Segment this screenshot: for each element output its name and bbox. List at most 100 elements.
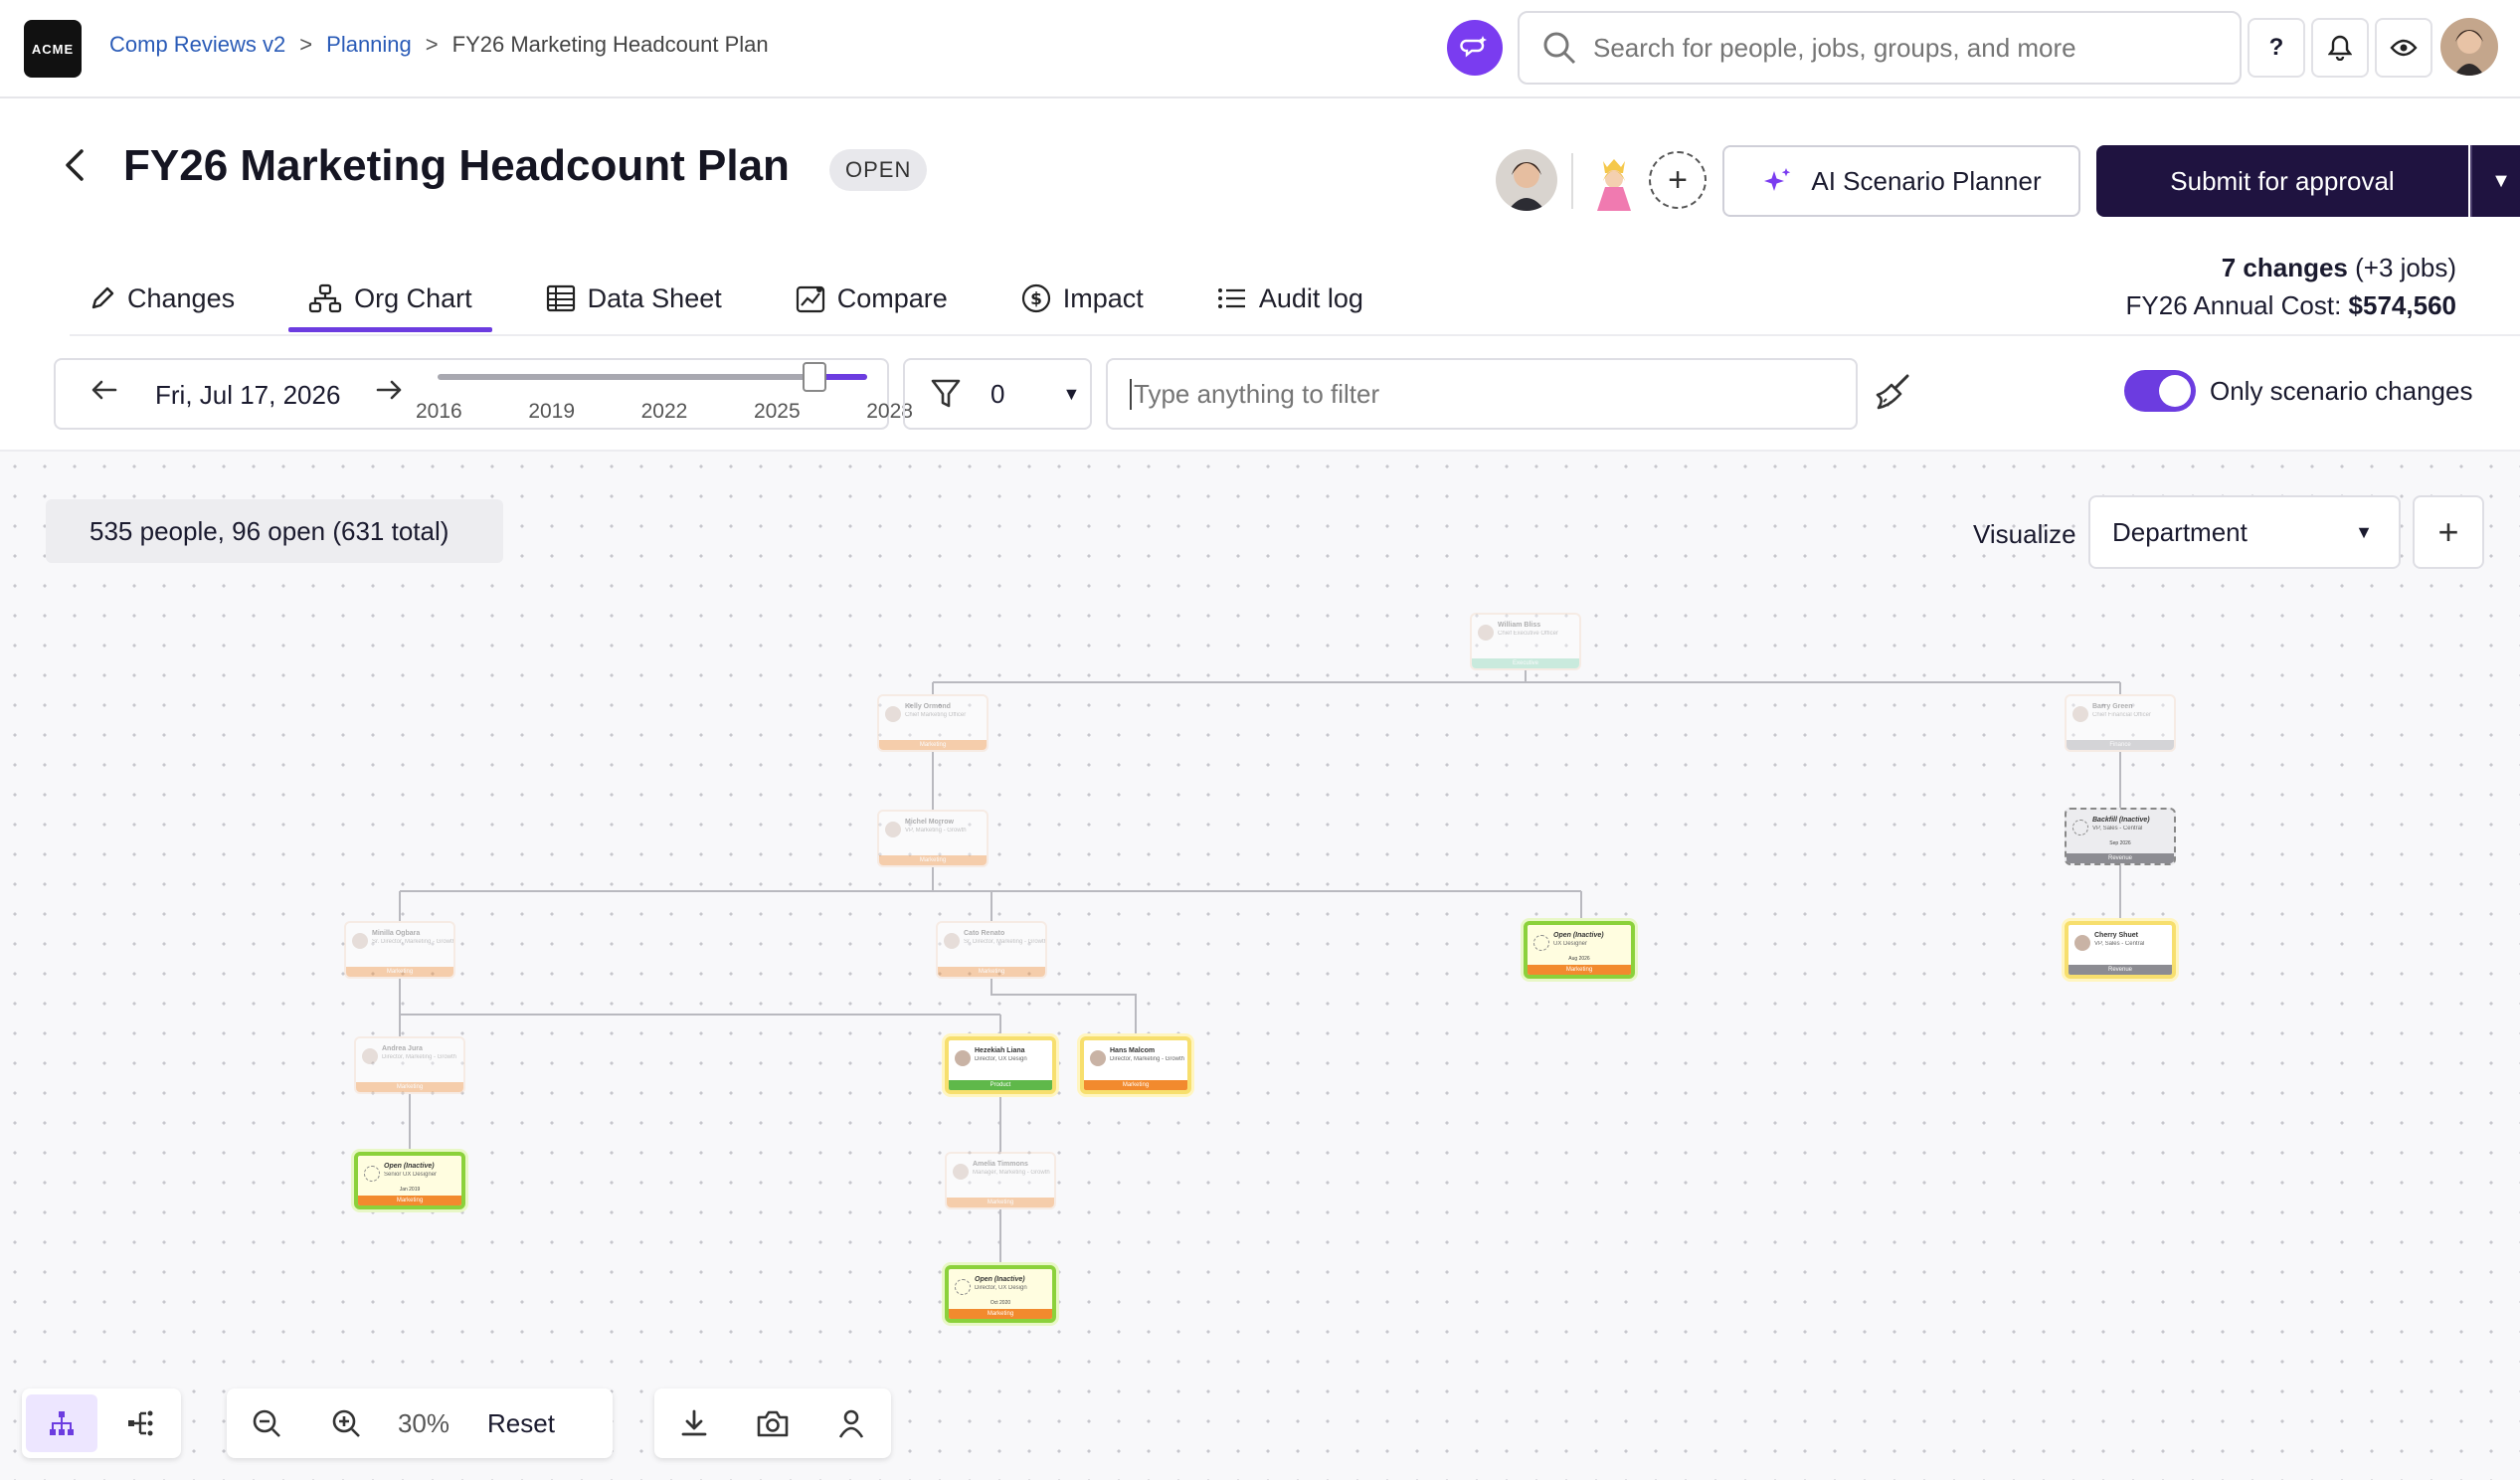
collaborator-avatar-image [1496,149,1557,211]
org-node[interactable]: Kelly Ormond Chief Marketing Officer Marke… [877,694,989,752]
zoom-in-icon [332,1409,360,1437]
tab-label: Changes [127,282,236,313]
node-avatar [364,1166,380,1182]
tab-impact[interactable]: $ Impact [1001,265,1164,332]
node-job-title: Chief Financial Officer [2092,712,2151,718]
node-name: Backfill (Inactive) [2092,817,2150,824]
node-avatar [955,1050,971,1066]
filter-dropdown[interactable]: 0 ▼ [903,358,1092,430]
tab-label: Compare [836,282,948,313]
tab-audit-log[interactable]: Audit log [1197,265,1383,332]
org-node[interactable]: Hezekiah Liana Director, UX Design Product [945,1036,1056,1094]
next-date-button[interactable] [374,378,404,409]
org-node[interactable]: Open (Inactive) Director, UX Design Oct 20… [945,1265,1056,1323]
arrow-right-icon [376,380,402,400]
node-department: Marketing [947,1198,1054,1207]
global-search[interactable] [1518,11,2242,85]
node-name: Kelly Ormond [905,703,951,710]
arrow-left-icon [91,380,117,400]
tab-data-sheet[interactable]: Data Sheet [526,265,742,332]
node-job-title: VP, Marketing - Growth [905,828,967,833]
node-department: Executive [1472,658,1579,668]
node-avatar [953,1164,969,1180]
org-node[interactable]: Barry Green Chief Financial Officer Financ… [2065,694,2176,752]
org-node[interactable]: Cherry Shuet VP, Sales - Central Revenue [2065,921,2176,979]
collaborator-avatar-1[interactable] [1496,149,1557,211]
org-chart-canvas[interactable]: 535 people, 96 open (631 total) Visualiz… [0,450,2520,1480]
node-name: Andrea Jura [382,1045,423,1052]
text-filter[interactable] [1106,358,1858,430]
node-name: Open (Inactive) [1553,932,1604,939]
submit-for-approval-button[interactable]: Submit for approval [2096,145,2468,217]
text-filter-input[interactable] [1130,378,1826,410]
breadcrumb-planning[interactable]: Planning [326,32,412,58]
person-view-button[interactable] [816,1394,887,1452]
node-avatar [362,1048,378,1064]
org-node[interactable]: Andrea Jura Director, Marketing - Growth M… [354,1036,465,1094]
node-job-title: Director, UX Design [975,1285,1027,1291]
org-node[interactable]: Amelia Timmons Manager, Marketing - Growt… [945,1152,1056,1209]
ai-scenario-planner-button[interactable]: AI Scenario Planner [1722,145,2080,217]
scenario-changes-toggle[interactable] [2124,370,2196,412]
add-collaborator-button[interactable]: + [1649,151,1707,209]
node-name: Hezekiah Liana [975,1047,1025,1054]
node-avatar [1533,935,1549,951]
zoom-in-button[interactable] [310,1394,382,1452]
node-job-title: Director, Marketing - Growth [382,1054,457,1060]
breadcrumb-current: FY26 Marketing Headcount Plan [451,32,769,57]
submit-options-dropdown[interactable]: ▼ [2470,145,2520,217]
zoom-out-button[interactable] [231,1394,302,1452]
org-node[interactable]: Open (Inactive) UX Designer Aug 2026 Market… [1524,921,1635,979]
node-department: Marketing [1528,965,1631,975]
avatar-divider [1571,153,1573,209]
back-button[interactable] [58,145,93,190]
node-name: Amelia Timmons [973,1161,1028,1168]
node-job-title: UX Designer [1553,941,1588,947]
org-node[interactable]: Open (Inactive) Senior UX Designer Jan 201… [354,1152,465,1209]
indented-layout-button[interactable] [105,1394,177,1452]
changes-count: 7 changes [2221,253,2348,282]
broom-icon [1876,374,1909,410]
download-button[interactable] [658,1394,729,1452]
clear-filters-button[interactable] [1874,372,1913,417]
notifications-button[interactable] [2311,18,2369,78]
org-node[interactable]: Cato Renato Sr. Director, Marketing - Gro… [936,921,1047,979]
node-department: Marketing [879,740,987,750]
tab-changes[interactable]: Changes [70,265,255,332]
org-node[interactable]: Hans Malcom Director, Marketing - Growth M… [1080,1036,1191,1094]
breadcrumb-comp-reviews[interactable]: Comp Reviews v2 [109,32,285,58]
org-node[interactable]: Backfill (Inactive) VP, Sales - Central Se… [2065,808,2176,865]
timeline-slider-handle[interactable] [803,362,826,392]
node-date: Aug 2026 [1568,956,1590,962]
org-node[interactable]: William Bliss Chief Executive Officer Exec… [1470,613,1581,670]
org-node[interactable]: Minilla Ogbara Sr. Director, Marketing - … [344,921,455,979]
tree-layout-button[interactable] [26,1394,97,1452]
plan-summary: 7 changes (+3 jobs) FY26 Annual Cost: $5… [2126,249,2456,324]
visibility-button[interactable] [2375,18,2432,78]
chevron-left-icon [66,149,84,181]
previous-date-button[interactable] [90,378,119,409]
node-avatar [944,933,960,949]
search-input[interactable] [1593,32,2210,64]
tab-org-chart[interactable]: Org Chart [288,265,492,332]
help-button[interactable]: ? [2248,18,2305,78]
zoom-out-icon [253,1409,280,1437]
tab-divider [70,334,2520,336]
org-tree-icon [50,1411,74,1435]
hierarchy-list-icon [128,1410,153,1436]
collaborator-avatar-2[interactable] [1583,149,1645,211]
timeline-slider[interactable] [438,362,867,392]
node-department: Product [949,1080,1052,1090]
tab-compare[interactable]: Compare [776,265,968,332]
filter-count: 0 [990,378,1005,409]
node-name: Hans Malcom [1110,1047,1156,1054]
screenshot-button[interactable] [737,1394,808,1452]
acme-logo[interactable]: ACME [24,20,82,78]
org-node[interactable]: Michel Morrow VP, Marketing - Growth Marke… [877,810,989,867]
node-department: Finance [2067,740,2174,750]
user-avatar[interactable] [2440,18,2498,76]
ai-assistant-button[interactable] [1447,20,1503,76]
timeline-control: Fri, Jul 17, 2026 2016 2019 2022 2025 20… [54,358,913,430]
status-badge: OPEN [829,149,928,191]
reset-zoom-button[interactable]: Reset [461,1408,579,1439]
